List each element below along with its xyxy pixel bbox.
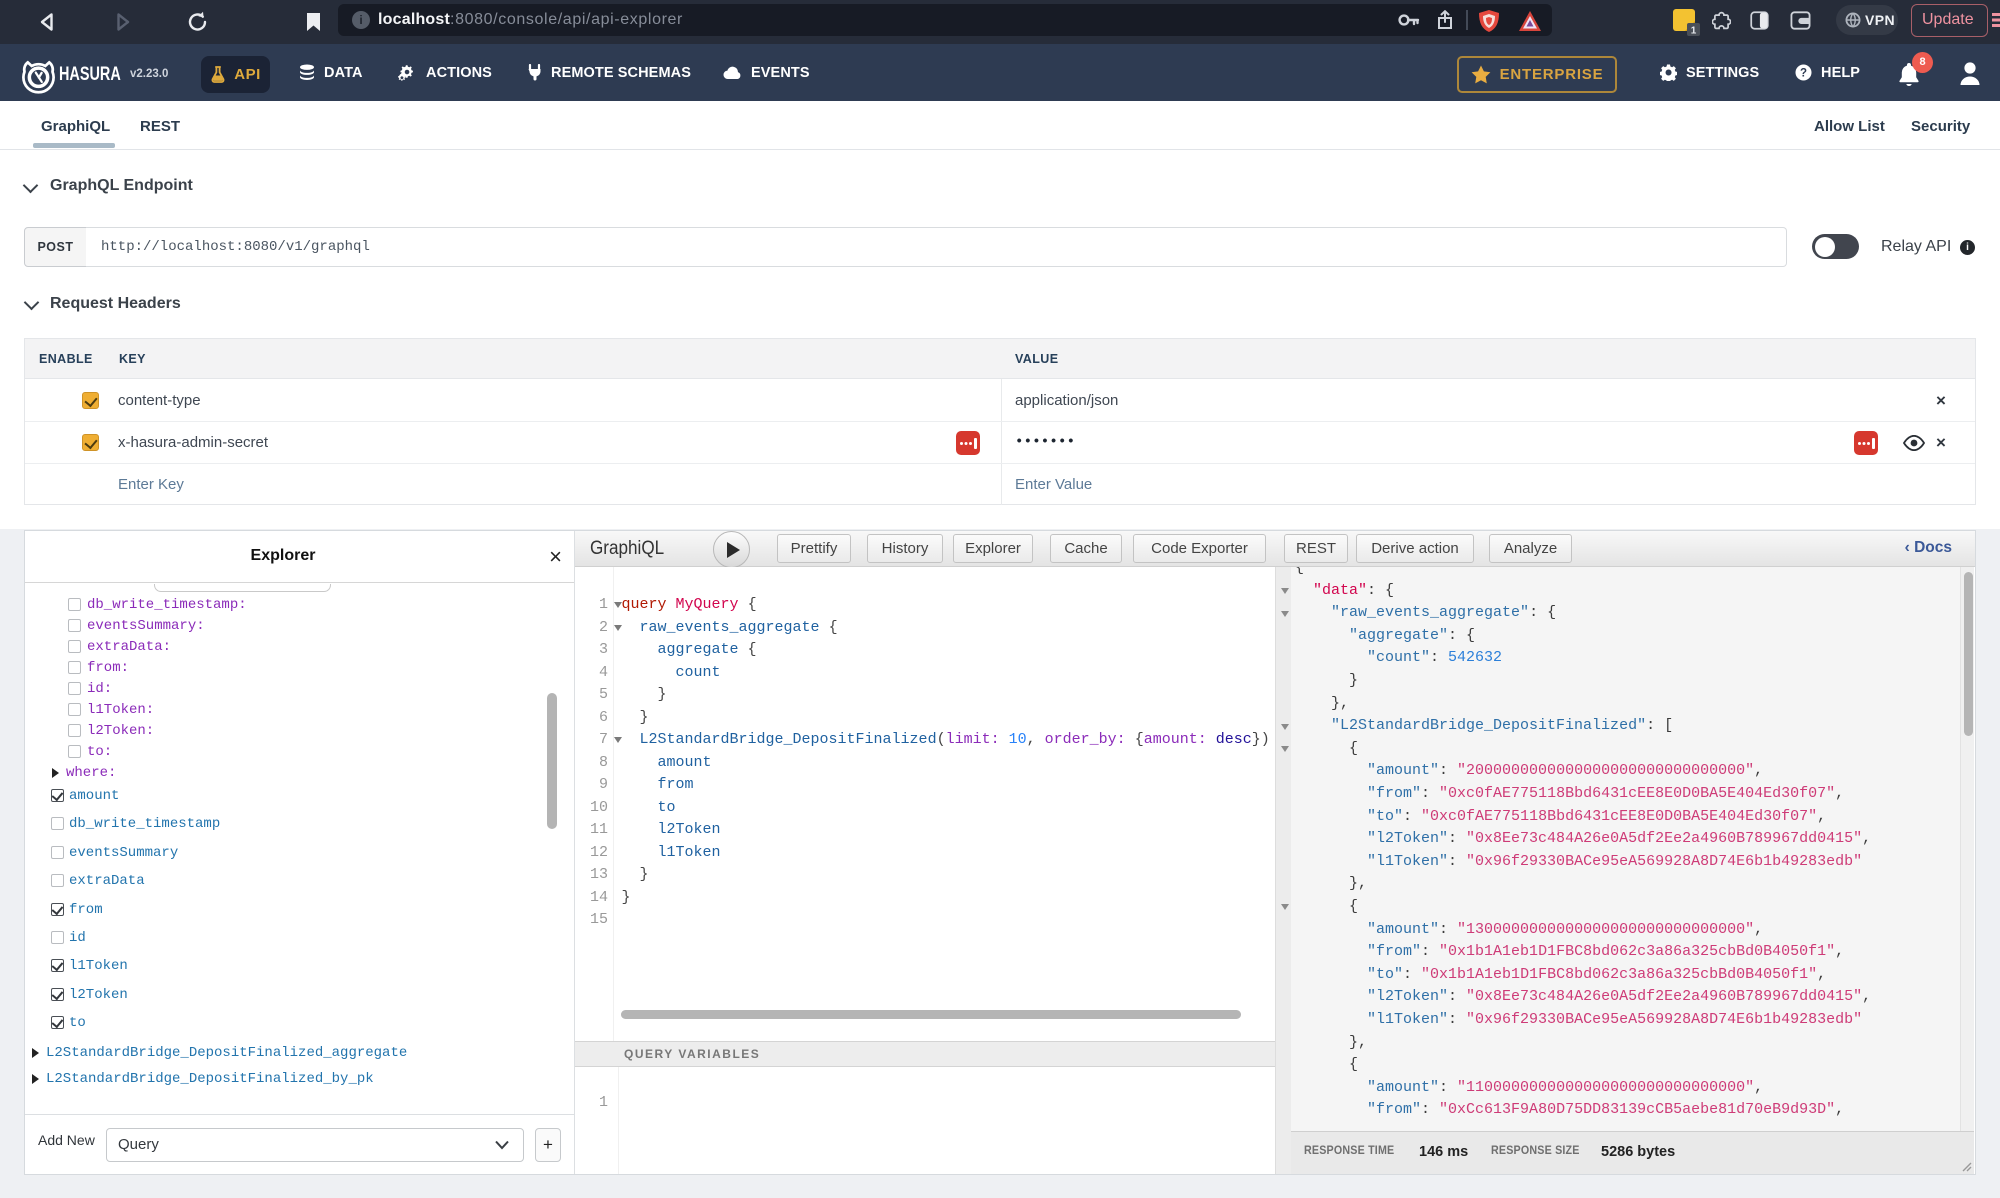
svg-text:1: 1 xyxy=(1691,26,1697,37)
svg-text:?: ? xyxy=(1800,68,1807,80)
